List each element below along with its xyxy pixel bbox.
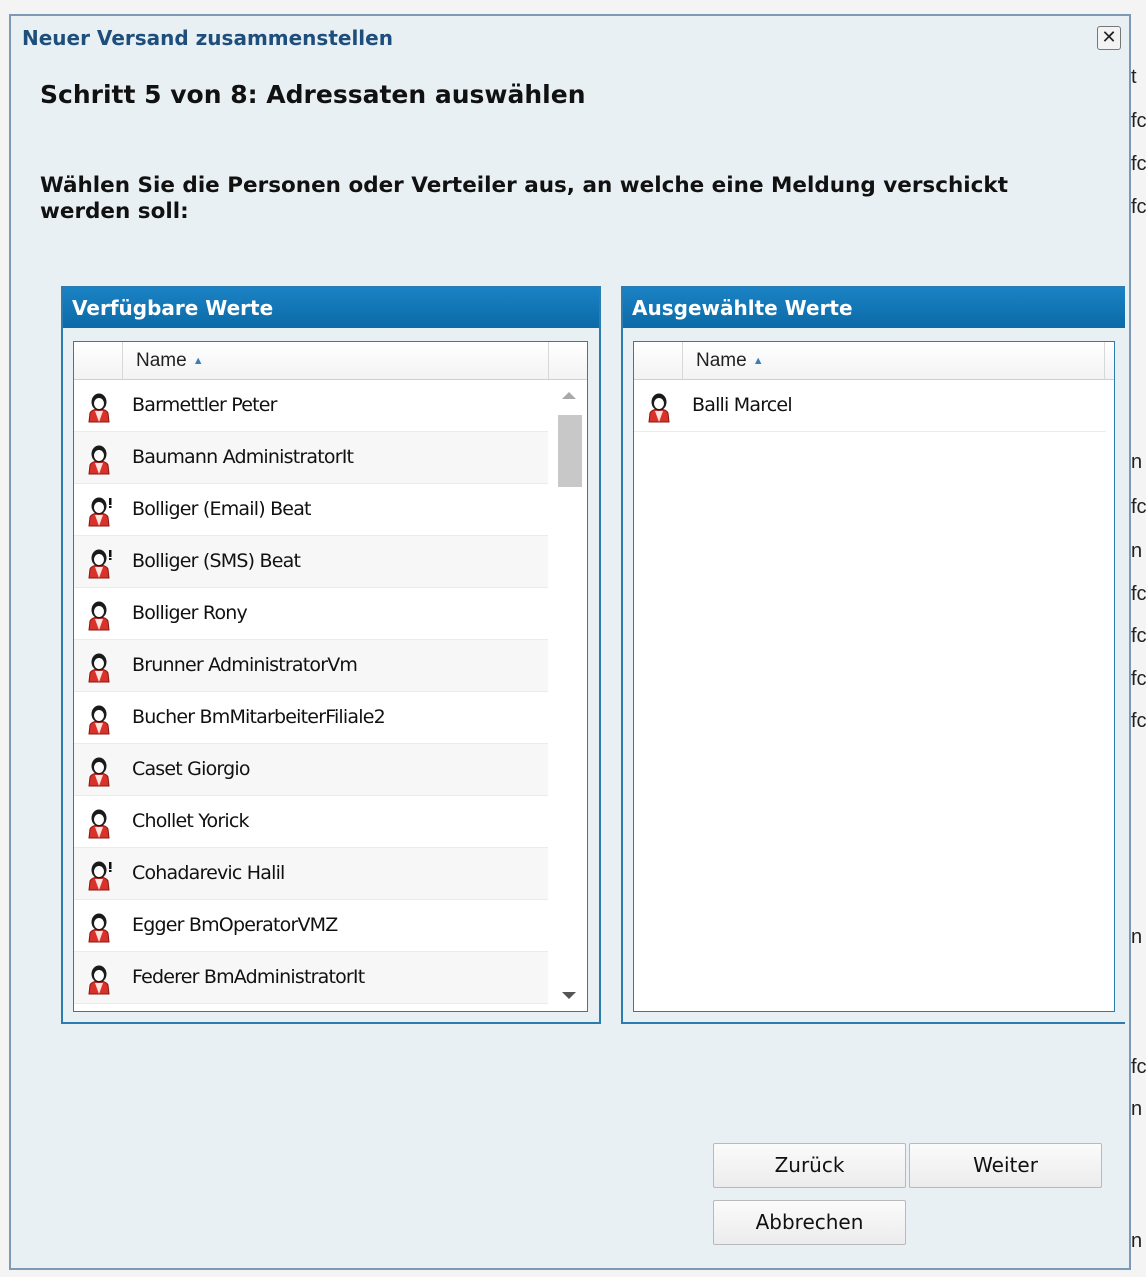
instruction-text: Wählen Sie die Personen oder Verteiler a… (40, 173, 1008, 224)
background-text-fragment: fc (1131, 583, 1146, 605)
background-text-fragment: n (1131, 1230, 1143, 1252)
list-item[interactable]: Caset Giorgio (74, 744, 548, 796)
list-item-label: Bolliger (Email) Beat (132, 498, 312, 520)
available-scrollbar[interactable] (548, 380, 587, 1011)
person-icon (84, 651, 114, 683)
close-button[interactable]: ✕ (1097, 26, 1121, 50)
background-text-fragment: fc (1131, 710, 1146, 732)
available-grid-header: Name ▲ (74, 342, 587, 380)
person-icon (84, 911, 114, 943)
selected-list: Balli Marcel (634, 380, 1106, 432)
dialog-title: Neuer Versand zusammenstellen (22, 26, 393, 50)
person-icon (84, 963, 114, 995)
person-icon (84, 703, 114, 735)
back-button[interactable]: Zurück (713, 1143, 906, 1188)
name-column-header[interactable]: Name ▲ (696, 342, 764, 380)
background-text-fragment: fc (1131, 153, 1146, 175)
list-item[interactable]: Bucher BmMitarbeiterFiliale2 (74, 692, 548, 744)
list-item[interactable]: Cohadarevic Halil (74, 848, 548, 900)
cancel-button[interactable]: Abbrechen (713, 1200, 906, 1245)
background-text-fragment: n (1131, 926, 1143, 948)
person-alert-icon (84, 859, 114, 891)
background-text-fragment: fc (1131, 668, 1146, 690)
list-item-label: Balli Marcel (692, 394, 793, 416)
list-item-label: Baumann AdministratorIt (132, 446, 354, 468)
column-header-end (1104, 342, 1117, 379)
background-text-fragment: fc (1131, 625, 1146, 647)
person-alert-icon (84, 495, 114, 527)
list-item[interactable]: Chollet Yorick (74, 796, 548, 848)
list-item-label: Federer BmAdministratorIt (132, 966, 365, 988)
scroll-down-arrow-icon[interactable] (562, 992, 576, 999)
background-text-fragment: fc (1131, 196, 1146, 218)
list-item-label: Chollet Yorick (132, 810, 250, 832)
list-item-label: Cohadarevic Halil (132, 862, 285, 884)
background-text-fragment: fc (1131, 110, 1146, 132)
available-list: Barmettler Peter Baumann AdministratorIt B… (74, 380, 548, 1004)
wizard-dialog: Neuer Versand zusammenstellen ✕ Schritt … (9, 14, 1131, 1270)
column-header-end (548, 342, 589, 379)
person-icon (84, 807, 114, 839)
list-item[interactable]: Bolliger (SMS) Beat (74, 536, 548, 588)
background-text-fragment: n (1131, 451, 1143, 473)
available-values-header: Verfügbare Werte (63, 288, 599, 328)
name-column-label: Name (136, 350, 187, 371)
name-column-header[interactable]: Name ▲ (136, 342, 204, 380)
step-title: Schritt 5 von 8: Adressaten auswählen (40, 80, 586, 109)
selected-values-panel: Ausgewählte Werte Name ▲ Balli Marcel (621, 286, 1125, 1024)
list-item[interactable]: Bolliger Rony (74, 588, 548, 640)
icon-column-header (74, 342, 123, 379)
list-item-label: Caset Giorgio (132, 758, 250, 780)
scrollbar-thumb[interactable] (558, 415, 582, 487)
list-item[interactable]: Brunner AdministratorVm (74, 640, 548, 692)
selected-values-header: Ausgewählte Werte (623, 288, 1125, 328)
person-icon (84, 443, 114, 475)
next-button[interactable]: Weiter (909, 1143, 1102, 1188)
list-item[interactable]: Federer BmAdministratorIt (74, 952, 548, 1004)
scroll-up-arrow-icon[interactable] (562, 392, 576, 399)
close-icon: ✕ (1101, 27, 1117, 48)
background-text-fragment: fc (1131, 1056, 1146, 1078)
list-item-label: Brunner AdministratorVm (132, 654, 358, 676)
list-item[interactable]: Bolliger (Email) Beat (74, 484, 548, 536)
background-text-fragment: fc (1131, 496, 1146, 518)
available-values-grid: Name ▲ Barmettler Peter Baumann Administra… (73, 341, 588, 1012)
person-icon (84, 391, 114, 423)
person-icon (84, 755, 114, 787)
list-item-label: Bolliger Rony (132, 602, 248, 624)
background-text-fragment: n (1131, 540, 1143, 562)
list-item-label: Bucher BmMitarbeiterFiliale2 (132, 706, 386, 728)
name-column-label: Name (696, 350, 747, 371)
list-item-label: Egger BmOperatorVMZ (132, 914, 338, 936)
person-icon (644, 391, 674, 423)
list-item[interactable]: Balli Marcel (634, 380, 1106, 432)
sort-ascending-icon: ▲ (752, 355, 764, 367)
selected-grid-header: Name ▲ (634, 342, 1114, 380)
selected-values-grid: Name ▲ Balli Marcel (633, 341, 1115, 1012)
list-item-label: Barmettler Peter (132, 394, 278, 416)
person-icon (84, 599, 114, 631)
icon-column-header (634, 342, 683, 379)
background-text-fragment: n (1131, 1098, 1143, 1120)
list-item[interactable]: Baumann AdministratorIt (74, 432, 548, 484)
list-item-label: Bolliger (SMS) Beat (132, 550, 301, 572)
available-values-panel: Verfügbare Werte Name ▲ Barmettler Peter B… (61, 286, 601, 1024)
list-item[interactable]: Egger BmOperatorVMZ (74, 900, 548, 952)
list-item[interactable]: Barmettler Peter (74, 380, 548, 432)
background-text-fragment: t (1131, 66, 1137, 88)
person-alert-icon (84, 547, 114, 579)
sort-ascending-icon: ▲ (192, 355, 204, 367)
